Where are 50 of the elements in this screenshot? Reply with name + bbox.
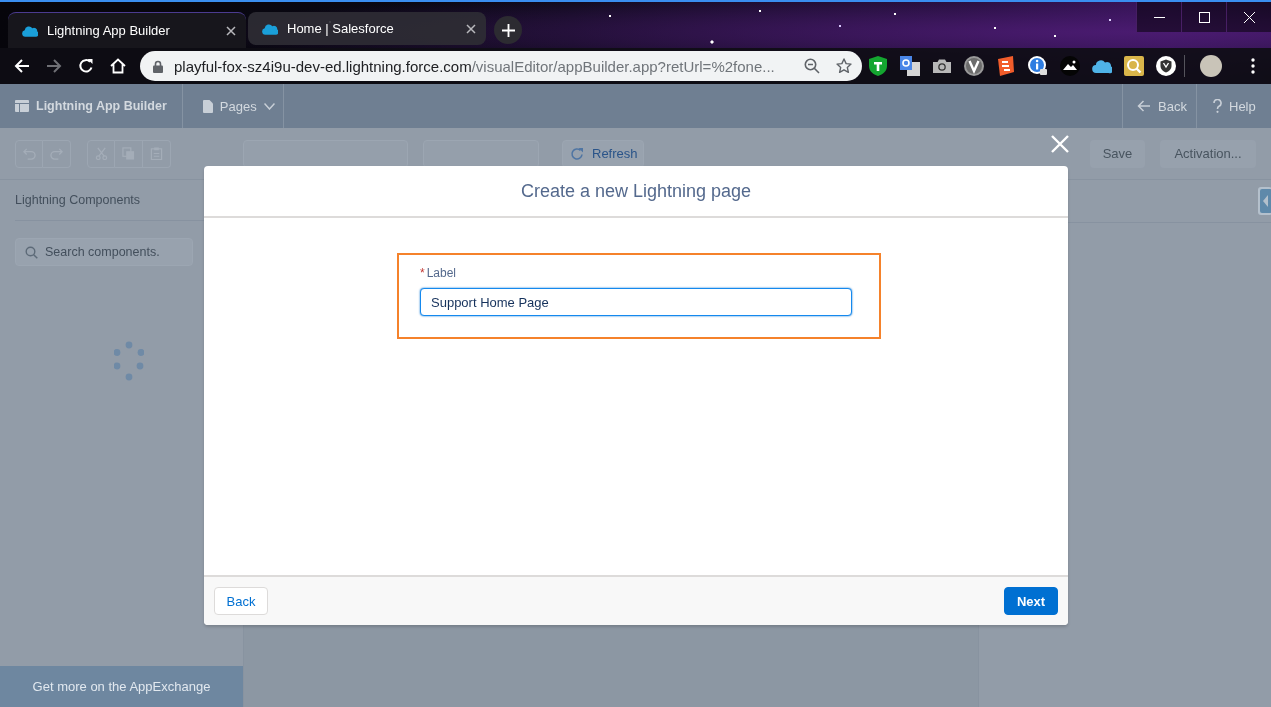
- input-field[interactable]: [243, 139, 408, 168]
- address-bar[interactable]: playful-fox-sz4i9u-dev-ed.lightning.force.com/visualEditor/appBuilder.app?retUrl=%2fone...: [140, 51, 862, 81]
- field-label: Label: [426, 266, 457, 280]
- minimize-icon: [1153, 16, 1165, 18]
- avatar-icon[interactable]: [1200, 55, 1222, 77]
- chevron-circle-icon[interactable]: [964, 56, 984, 76]
- next-button[interactable]: Next: [1004, 587, 1058, 615]
- mountain-icon[interactable]: [1060, 56, 1080, 76]
- close-icon[interactable]: [466, 23, 476, 34]
- new-tab-button[interactable]: [494, 16, 522, 44]
- refresh-icon: [570, 146, 584, 161]
- search-icon: [25, 246, 38, 259]
- arrow-right-icon: [46, 58, 62, 74]
- shield-icon[interactable]: [1156, 56, 1176, 76]
- magnifier-icon[interactable]: [1124, 56, 1144, 76]
- app-title: Lightning App Builder: [36, 99, 167, 113]
- lock-icon: [153, 59, 163, 73]
- chevron-down-icon: [263, 102, 275, 110]
- info-icon[interactable]: [1028, 56, 1048, 76]
- reload-icon: [78, 58, 94, 74]
- refresh-button[interactable]: Refresh: [562, 139, 644, 168]
- input-field[interactable]: [423, 139, 539, 168]
- help-icon: [1213, 99, 1222, 113]
- cloud-icon: [21, 24, 38, 37]
- more-icon[interactable]: [1251, 58, 1255, 74]
- appexchange-link[interactable]: Get more on the AppExchange: [0, 666, 243, 707]
- plus-icon: [501, 23, 515, 37]
- required-mark: *: [420, 266, 425, 280]
- browser-tab[interactable]: Lightning App Builder: [8, 12, 246, 48]
- search-field[interactable]: Search components.: [15, 238, 193, 266]
- squares-icon[interactable]: [900, 56, 920, 76]
- modal-title: Create a new Lightning page: [520, 180, 752, 202]
- panel-heading: Lightning Components: [15, 192, 142, 209]
- document-icon: [202, 99, 213, 113]
- back-button[interactable]: Back: [214, 587, 268, 615]
- home-icon: [110, 58, 126, 74]
- arrow-left-icon: [1137, 100, 1151, 112]
- star-icon[interactable]: [836, 58, 852, 74]
- browser-tab[interactable]: Home | Salesforce: [248, 12, 486, 45]
- label-input[interactable]: Support Home Page: [420, 288, 852, 316]
- close-icon: [1243, 11, 1255, 23]
- spinner-icon: [114, 341, 144, 381]
- shield-icon[interactable]: [868, 56, 888, 76]
- close-icon[interactable]: [226, 25, 236, 36]
- maximize-icon: [1198, 11, 1210, 23]
- cloud-icon: [261, 22, 278, 35]
- arrow-left-icon: [14, 58, 30, 74]
- zoom-out-icon[interactable]: [804, 58, 820, 74]
- notes-icon[interactable]: [996, 56, 1016, 76]
- table-icon: [15, 100, 29, 112]
